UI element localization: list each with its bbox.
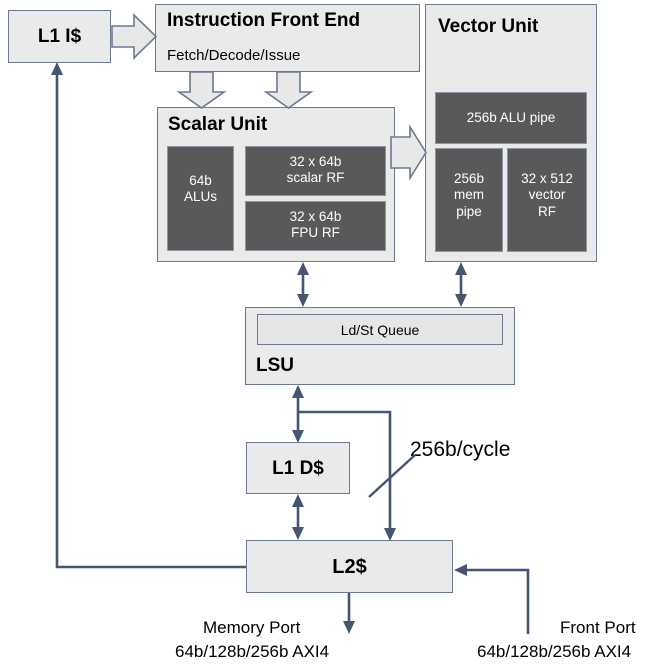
block-scalar-alus[interactable]: 64b ALUs: [167, 146, 234, 251]
block-vector-alu-pipe[interactable]: 256b ALU pipe: [435, 92, 587, 144]
vector-rf-label: 32 x 512 vector RF: [521, 171, 573, 219]
memory-port-name: Memory Port: [203, 618, 301, 637]
connector-memory-port: [343, 593, 355, 634]
block-fpu-rf[interactable]: 32 x 64b FPU RF: [245, 201, 386, 251]
connector-front-port: [454, 564, 530, 634]
front-end-subtitle: Fetch/Decode/Issue: [167, 47, 301, 64]
bandwidth-annotation: 256b/cycle: [410, 438, 511, 461]
front-end-title: Instruction Front End: [167, 10, 361, 31]
lsu-title: LSU: [256, 355, 294, 376]
block-l1-icache[interactable]: L1 I$: [8, 10, 111, 63]
block-l1-dcache[interactable]: L1 D$: [246, 442, 350, 494]
fpu-rf-label: 32 x 64b FPU RF: [289, 209, 342, 241]
ld-st-queue-label: Ld/St Queue: [340, 322, 420, 338]
front-port-spec: 64b/128b/256b AXI4: [477, 642, 632, 661]
block-vector-mem-pipe[interactable]: 256b mem pipe: [435, 148, 503, 252]
scalar-unit-title: Scalar Unit: [168, 114, 268, 135]
blockarrow-frontend-to-scalar-right: [263, 71, 314, 109]
scalar-alus-label: 64b ALUs: [183, 173, 217, 205]
memory-port-spec: 64b/128b/256b AXI4: [175, 642, 330, 661]
front-port-name: Front Port: [560, 618, 636, 637]
block-ld-st-queue[interactable]: Ld/St Queue: [257, 314, 503, 345]
l1-icache-label: L1 I$: [37, 26, 82, 47]
diagram-canvas: L1 I$ Instruction Front End Fetch/Decode…: [0, 0, 648, 664]
scalar-rf-label: 32 x 64b scalar RF: [286, 154, 345, 186]
l2-cache-label: L2$: [332, 556, 367, 578]
connector-scalar-lsu: [297, 262, 309, 307]
blockarrow-scalar-to-vector: [390, 124, 427, 181]
block-l2-cache[interactable]: L2$: [246, 540, 453, 593]
block-scalar-rf[interactable]: 32 x 64b scalar RF: [245, 146, 386, 196]
blockarrow-icache-to-frontend: [111, 13, 158, 60]
l1-dcache-label: L1 D$: [272, 458, 324, 479]
block-instruction-front-end[interactable]: Instruction Front End Fetch/Decode/Issue: [155, 4, 420, 72]
connector-lsu-to-l1dcache: [292, 385, 304, 443]
vector-mem-pipe-label: 256b mem pipe: [453, 171, 485, 219]
connector-l1dcache-l2cache: [292, 494, 304, 540]
bandwidth-leader-line: [368, 454, 416, 498]
vector-unit-title: Vector Unit: [438, 16, 539, 37]
blockarrow-frontend-to-scalar-left: [176, 71, 227, 109]
block-vector-rf[interactable]: 32 x 512 vector RF: [507, 148, 587, 252]
connector-vector-lsu: [455, 262, 467, 307]
vector-alu-pipe-label: 256b ALU pipe: [466, 110, 556, 125]
